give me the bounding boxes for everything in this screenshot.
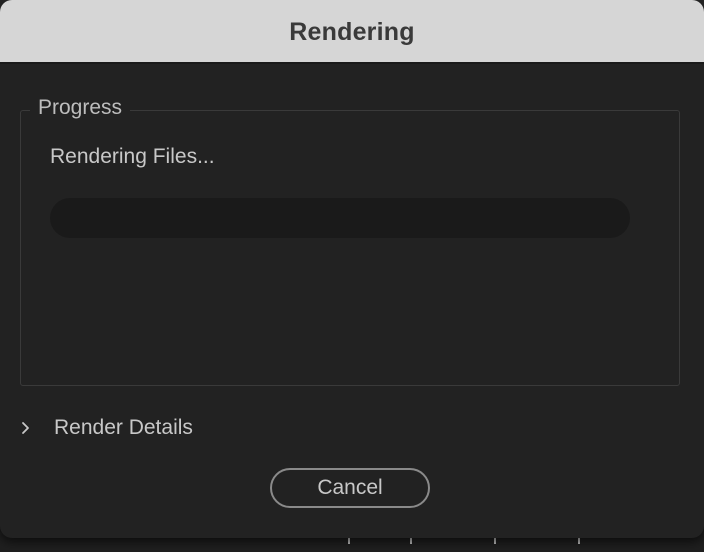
progress-group-legend: Progress bbox=[30, 96, 131, 120]
dialog-titlebar[interactable]: Rendering bbox=[0, 0, 704, 64]
chevron-right-icon[interactable] bbox=[18, 420, 34, 436]
rendering-dialog: Rendering Progress Rendering Files... Re… bbox=[0, 0, 704, 538]
cancel-button[interactable]: Cancel bbox=[270, 468, 430, 508]
render-status-text: Rendering Files... bbox=[50, 145, 215, 168]
progress-bar bbox=[50, 198, 630, 238]
render-details-label[interactable]: Render Details bbox=[54, 416, 193, 440]
dialog-title: Rendering bbox=[289, 18, 415, 46]
